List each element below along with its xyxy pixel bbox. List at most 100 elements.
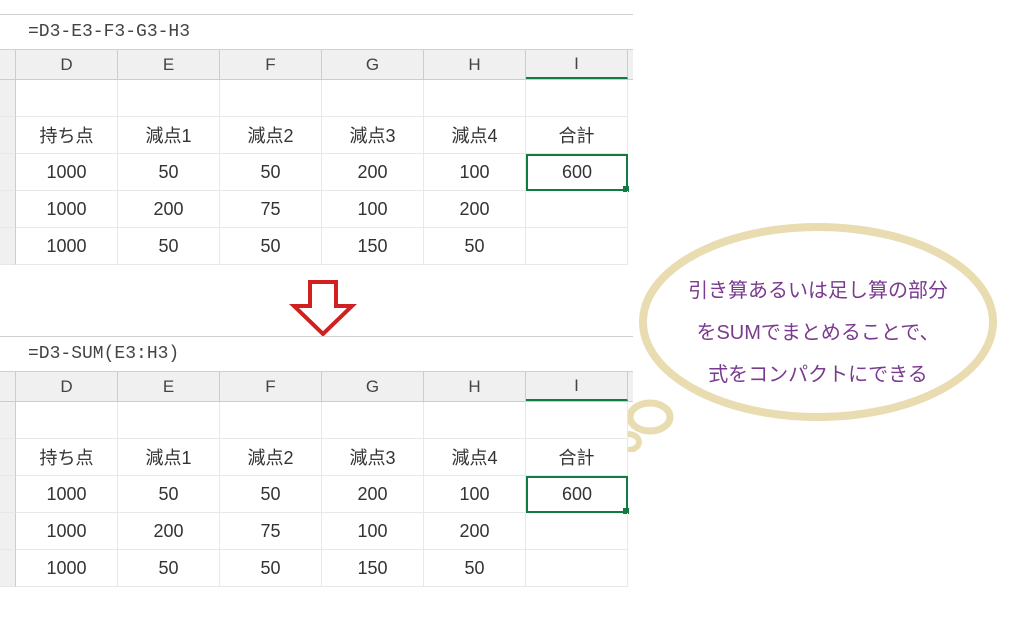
cell[interactable] [526, 228, 628, 265]
cell[interactable]: 減点4 [424, 117, 526, 154]
cell[interactable] [424, 402, 526, 439]
cell[interactable]: 50 [424, 228, 526, 265]
sheet-top: =D3-E3-F3-G3-H3 DEFGHI 持ち点減点1減点2減点3減点4合計… [0, 14, 633, 265]
cell[interactable]: 合計 [526, 117, 628, 154]
cell[interactable]: 50 [220, 550, 322, 587]
cell[interactable]: 100 [424, 154, 526, 191]
cell[interactable]: 50 [118, 476, 220, 513]
cell[interactable] [322, 402, 424, 439]
table-row: 10005050200100600 [0, 476, 633, 513]
column-header[interactable]: D [16, 372, 118, 401]
column-header[interactable]: I [526, 372, 628, 401]
row-header[interactable] [0, 402, 16, 439]
column-header[interactable]: F [220, 50, 322, 79]
cell[interactable]: 100 [322, 513, 424, 550]
row-header[interactable] [0, 80, 16, 117]
cell[interactable]: 持ち点 [16, 439, 118, 476]
column-headers-top: DEFGHI [0, 50, 633, 80]
cell[interactable]: 1000 [16, 191, 118, 228]
cell[interactable]: 減点2 [220, 117, 322, 154]
cell[interactable]: 減点3 [322, 439, 424, 476]
cell[interactable] [526, 550, 628, 587]
cell[interactable]: 減点2 [220, 439, 322, 476]
cell[interactable] [526, 191, 628, 228]
formula-text-bottom: =D3-SUM(E3:H3) [0, 344, 179, 364]
row-header[interactable] [0, 550, 16, 587]
cell[interactable]: 75 [220, 191, 322, 228]
grid-bottom[interactable]: 持ち点減点1減点2減点3減点4合計10005050200100600100020… [0, 402, 633, 587]
cell[interactable]: 600 [526, 154, 628, 191]
callout-line1: 引き算あるいは足し算の部分 [688, 280, 948, 302]
cell[interactable] [118, 80, 220, 117]
cell[interactable] [118, 402, 220, 439]
cell[interactable]: 1000 [16, 550, 118, 587]
formula-text-top: =D3-E3-F3-G3-H3 [0, 22, 190, 42]
cell[interactable]: 75 [220, 513, 322, 550]
cell[interactable]: 200 [424, 513, 526, 550]
cell[interactable]: 100 [424, 476, 526, 513]
cell[interactable]: 減点4 [424, 439, 526, 476]
cell[interactable]: 150 [322, 228, 424, 265]
select-all-corner[interactable] [0, 50, 16, 79]
cell[interactable]: 200 [424, 191, 526, 228]
table-row: 100020075100200 [0, 513, 633, 550]
table-row: 1000505015050 [0, 550, 633, 587]
row-header[interactable] [0, 476, 16, 513]
column-header[interactable]: E [118, 50, 220, 79]
grid-top[interactable]: 持ち点減点1減点2減点3減点4合計10005050200100600100020… [0, 80, 633, 265]
cell[interactable] [220, 80, 322, 117]
cell[interactable]: 合計 [526, 439, 628, 476]
cell[interactable]: 減点1 [118, 439, 220, 476]
cell[interactable]: 1000 [16, 154, 118, 191]
cell[interactable]: 200 [118, 513, 220, 550]
cell[interactable]: 200 [322, 476, 424, 513]
cell[interactable]: 減点3 [322, 117, 424, 154]
table-row: 1000505015050 [0, 228, 633, 265]
row-header[interactable] [0, 154, 16, 191]
cell[interactable]: 50 [118, 228, 220, 265]
column-header[interactable]: H [424, 372, 526, 401]
row-header[interactable] [0, 439, 16, 476]
cell[interactable] [16, 402, 118, 439]
cell[interactable]: 200 [322, 154, 424, 191]
callout-text: 引き算あるいは足し算の部分 をSUMでまとめることで、 式をコンパクトにできる [668, 270, 968, 396]
cell[interactable]: 50 [118, 154, 220, 191]
cell[interactable]: 50 [220, 476, 322, 513]
column-header[interactable]: F [220, 372, 322, 401]
cell[interactable]: 1000 [16, 228, 118, 265]
cell[interactable]: 100 [322, 191, 424, 228]
column-header[interactable]: I [526, 50, 628, 79]
cell[interactable]: 50 [220, 228, 322, 265]
column-header[interactable]: H [424, 50, 526, 79]
row-header[interactable] [0, 513, 16, 550]
cell[interactable] [220, 402, 322, 439]
table-row [0, 80, 633, 117]
cell[interactable]: 減点1 [118, 117, 220, 154]
cell[interactable]: 持ち点 [16, 117, 118, 154]
cell[interactable] [322, 80, 424, 117]
cell[interactable]: 1000 [16, 513, 118, 550]
cell[interactable] [16, 80, 118, 117]
cell[interactable]: 1000 [16, 476, 118, 513]
cell[interactable] [526, 80, 628, 117]
cell[interactable]: 50 [220, 154, 322, 191]
cell[interactable]: 600 [526, 476, 628, 513]
cell[interactable]: 50 [424, 550, 526, 587]
select-all-corner[interactable] [0, 372, 16, 401]
cell[interactable]: 200 [118, 191, 220, 228]
column-header[interactable]: G [322, 50, 424, 79]
sheet-bottom: =D3-SUM(E3:H3) DEFGHI 持ち点減点1減点2減点3減点4合計1… [0, 336, 633, 587]
row-header[interactable] [0, 191, 16, 228]
row-header[interactable] [0, 117, 16, 154]
formula-bar-top[interactable]: =D3-E3-F3-G3-H3 [0, 14, 633, 50]
formula-bar-bottom[interactable]: =D3-SUM(E3:H3) [0, 336, 633, 372]
cell[interactable] [526, 513, 628, 550]
cell[interactable]: 150 [322, 550, 424, 587]
column-header[interactable]: G [322, 372, 424, 401]
cell[interactable] [424, 80, 526, 117]
cell[interactable]: 50 [118, 550, 220, 587]
row-header[interactable] [0, 228, 16, 265]
column-header[interactable]: D [16, 50, 118, 79]
cell[interactable] [526, 402, 628, 439]
column-header[interactable]: E [118, 372, 220, 401]
